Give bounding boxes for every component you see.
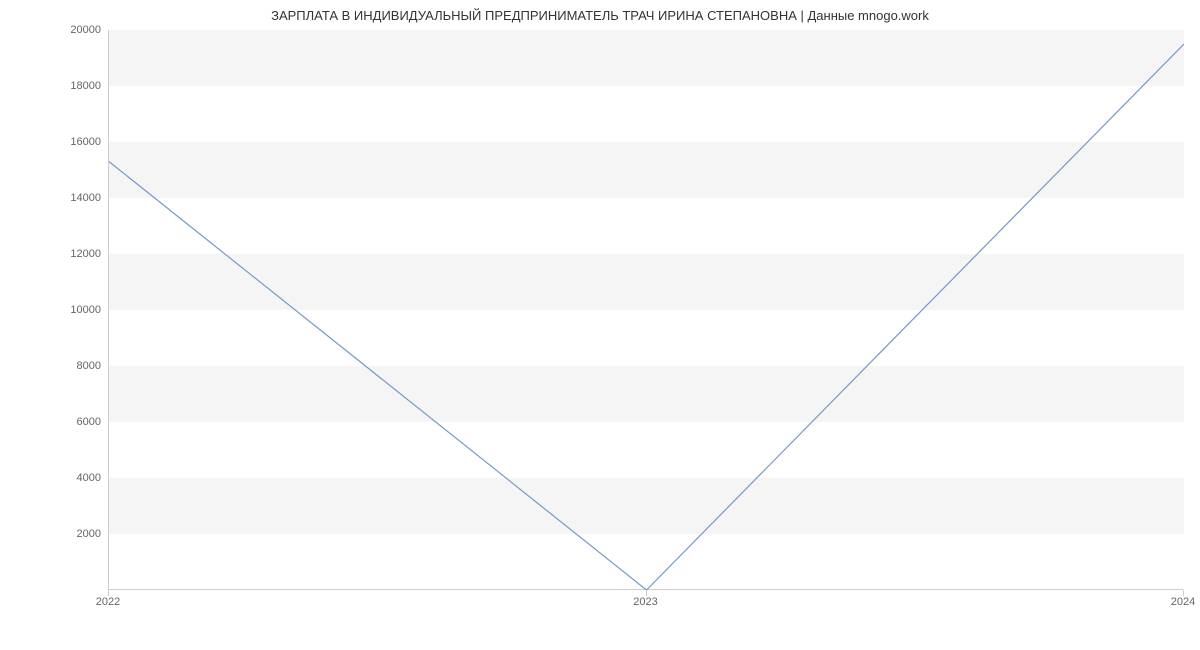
y-tick-label: 2000 [41,528,101,540]
plot-area [108,30,1183,590]
y-tick-label: 8000 [41,360,101,372]
y-tick-label: 16000 [41,136,101,148]
data-line [109,44,1184,590]
y-tick-label: 10000 [41,304,101,316]
x-tick-label: 2022 [96,596,120,608]
y-tick-label: 4000 [41,472,101,484]
y-tick-label: 6000 [41,416,101,428]
chart-container: 2000400060008000100001200014000160001800… [108,30,1183,610]
y-tick-label: 12000 [41,248,101,260]
y-tick-label: 18000 [41,80,101,92]
x-tick-label: 2023 [633,596,657,608]
x-tick-label: 2024 [1171,596,1195,608]
y-tick-label: 14000 [41,192,101,204]
y-tick-label: 20000 [41,24,101,36]
line-svg [109,30,1184,590]
chart-title: ЗАРПЛАТА В ИНДИВИДУАЛЬНЫЙ ПРЕДПРИНИМАТЕЛ… [0,0,1200,23]
